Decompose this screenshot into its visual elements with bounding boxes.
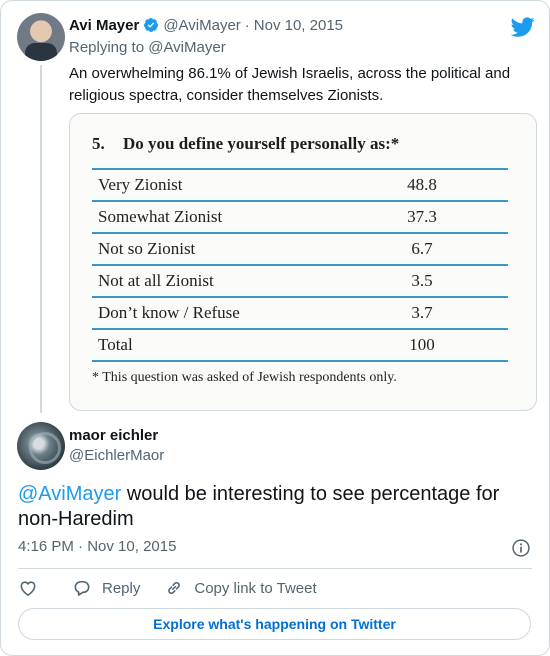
replying-to: Replying to @AviMayer bbox=[69, 39, 226, 56]
separator-dot: · bbox=[78, 538, 84, 555]
parent-tweet-text: An overwhelming 86.1% of Jewish Israelis… bbox=[69, 65, 511, 104]
link-icon bbox=[168, 581, 181, 595]
survey-table: Very Zionist 48.8 Somewhat Zionist 37.3 … bbox=[92, 168, 508, 362]
author-name[interactable]: Avi Mayer bbox=[69, 17, 139, 34]
heart-icon bbox=[20, 581, 36, 596]
tweet-time: 4:16 PM bbox=[18, 538, 74, 555]
row-label: Total bbox=[92, 328, 336, 362]
table-row: Somewhat Zionist 37.3 bbox=[92, 200, 508, 233]
replying-to-label: Replying to bbox=[69, 39, 145, 56]
tweet-text: @AviMayer would be interesting to see pe… bbox=[18, 482, 528, 532]
like-button[interactable] bbox=[18, 578, 38, 598]
copy-link-button[interactable]: Copy link to Tweet bbox=[164, 578, 317, 598]
row-value: 6.7 bbox=[336, 232, 508, 265]
table-row: Total 100 bbox=[92, 328, 508, 362]
row-value: 3.5 bbox=[336, 264, 508, 297]
replying-to-handle[interactable]: @AviMayer bbox=[148, 39, 225, 56]
row-value: 100 bbox=[336, 328, 508, 362]
row-label: Not so Zionist bbox=[92, 232, 336, 265]
reply-icon bbox=[74, 580, 90, 596]
tweet-actions: Reply Copy link to Tweet bbox=[18, 577, 317, 599]
author-handle[interactable]: @AviMayer bbox=[163, 17, 240, 34]
divider bbox=[18, 568, 532, 569]
table-row: Very Zionist 48.8 bbox=[92, 168, 508, 201]
verified-badge-icon bbox=[144, 18, 159, 32]
table-row: Don’t know / Refuse 3.7 bbox=[92, 296, 508, 329]
thread-line bbox=[40, 65, 42, 413]
info-icon[interactable] bbox=[511, 538, 531, 558]
reply-button[interactable]: Reply bbox=[72, 578, 140, 598]
explore-twitter-button[interactable]: Explore what's happening on Twitter bbox=[18, 608, 531, 640]
separator-dot: · bbox=[244, 16, 250, 34]
row-label: Not at all Zionist bbox=[92, 264, 336, 297]
row-label: Don’t know / Refuse bbox=[92, 296, 336, 329]
tweet-media-image[interactable]: 5. Do you define yourself personally as:… bbox=[69, 113, 537, 411]
mention-link[interactable]: @AviMayer bbox=[18, 483, 121, 505]
table-footnote: * This question was asked of Jewish resp… bbox=[92, 370, 397, 385]
author-name[interactable]: maor eichler bbox=[69, 427, 158, 444]
row-value: 37.3 bbox=[336, 200, 508, 233]
question-text: Do you define yourself personally as:* bbox=[123, 134, 400, 153]
row-value: 3.7 bbox=[336, 296, 508, 329]
avatar[interactable] bbox=[17, 422, 65, 470]
row-label: Very Zionist bbox=[92, 168, 336, 201]
table-row: Not at all Zionist 3.5 bbox=[92, 264, 508, 297]
parent-author-row: Avi Mayer @AviMayer · Nov 10, 2015 bbox=[69, 15, 343, 35]
twitter-logo-icon[interactable] bbox=[511, 15, 535, 39]
avatar[interactable] bbox=[17, 13, 65, 61]
survey-question: 5. Do you define yourself personally as:… bbox=[92, 134, 399, 154]
table-row: Not so Zionist 6.7 bbox=[92, 232, 508, 265]
tweet-date[interactable]: Nov 10, 2015 bbox=[254, 17, 343, 34]
tweet-embed-card: Avi Mayer @AviMayer · Nov 10, 2015 Reply… bbox=[0, 0, 550, 656]
row-label: Somewhat Zionist bbox=[92, 200, 336, 233]
parent-tweet[interactable]: Avi Mayer @AviMayer · Nov 10, 2015 Reply… bbox=[1, 1, 549, 421]
copy-link-label: Copy link to Tweet bbox=[194, 579, 317, 597]
tweet-date: Nov 10, 2015 bbox=[87, 538, 177, 555]
row-value: 48.8 bbox=[336, 168, 508, 201]
question-number: 5. bbox=[92, 134, 105, 153]
reply-label: Reply bbox=[102, 579, 141, 597]
tweet-timestamp[interactable]: 4:16 PM · Nov 10, 2015 bbox=[18, 538, 176, 555]
author-handle[interactable]: @EichlerMaor bbox=[69, 447, 164, 464]
